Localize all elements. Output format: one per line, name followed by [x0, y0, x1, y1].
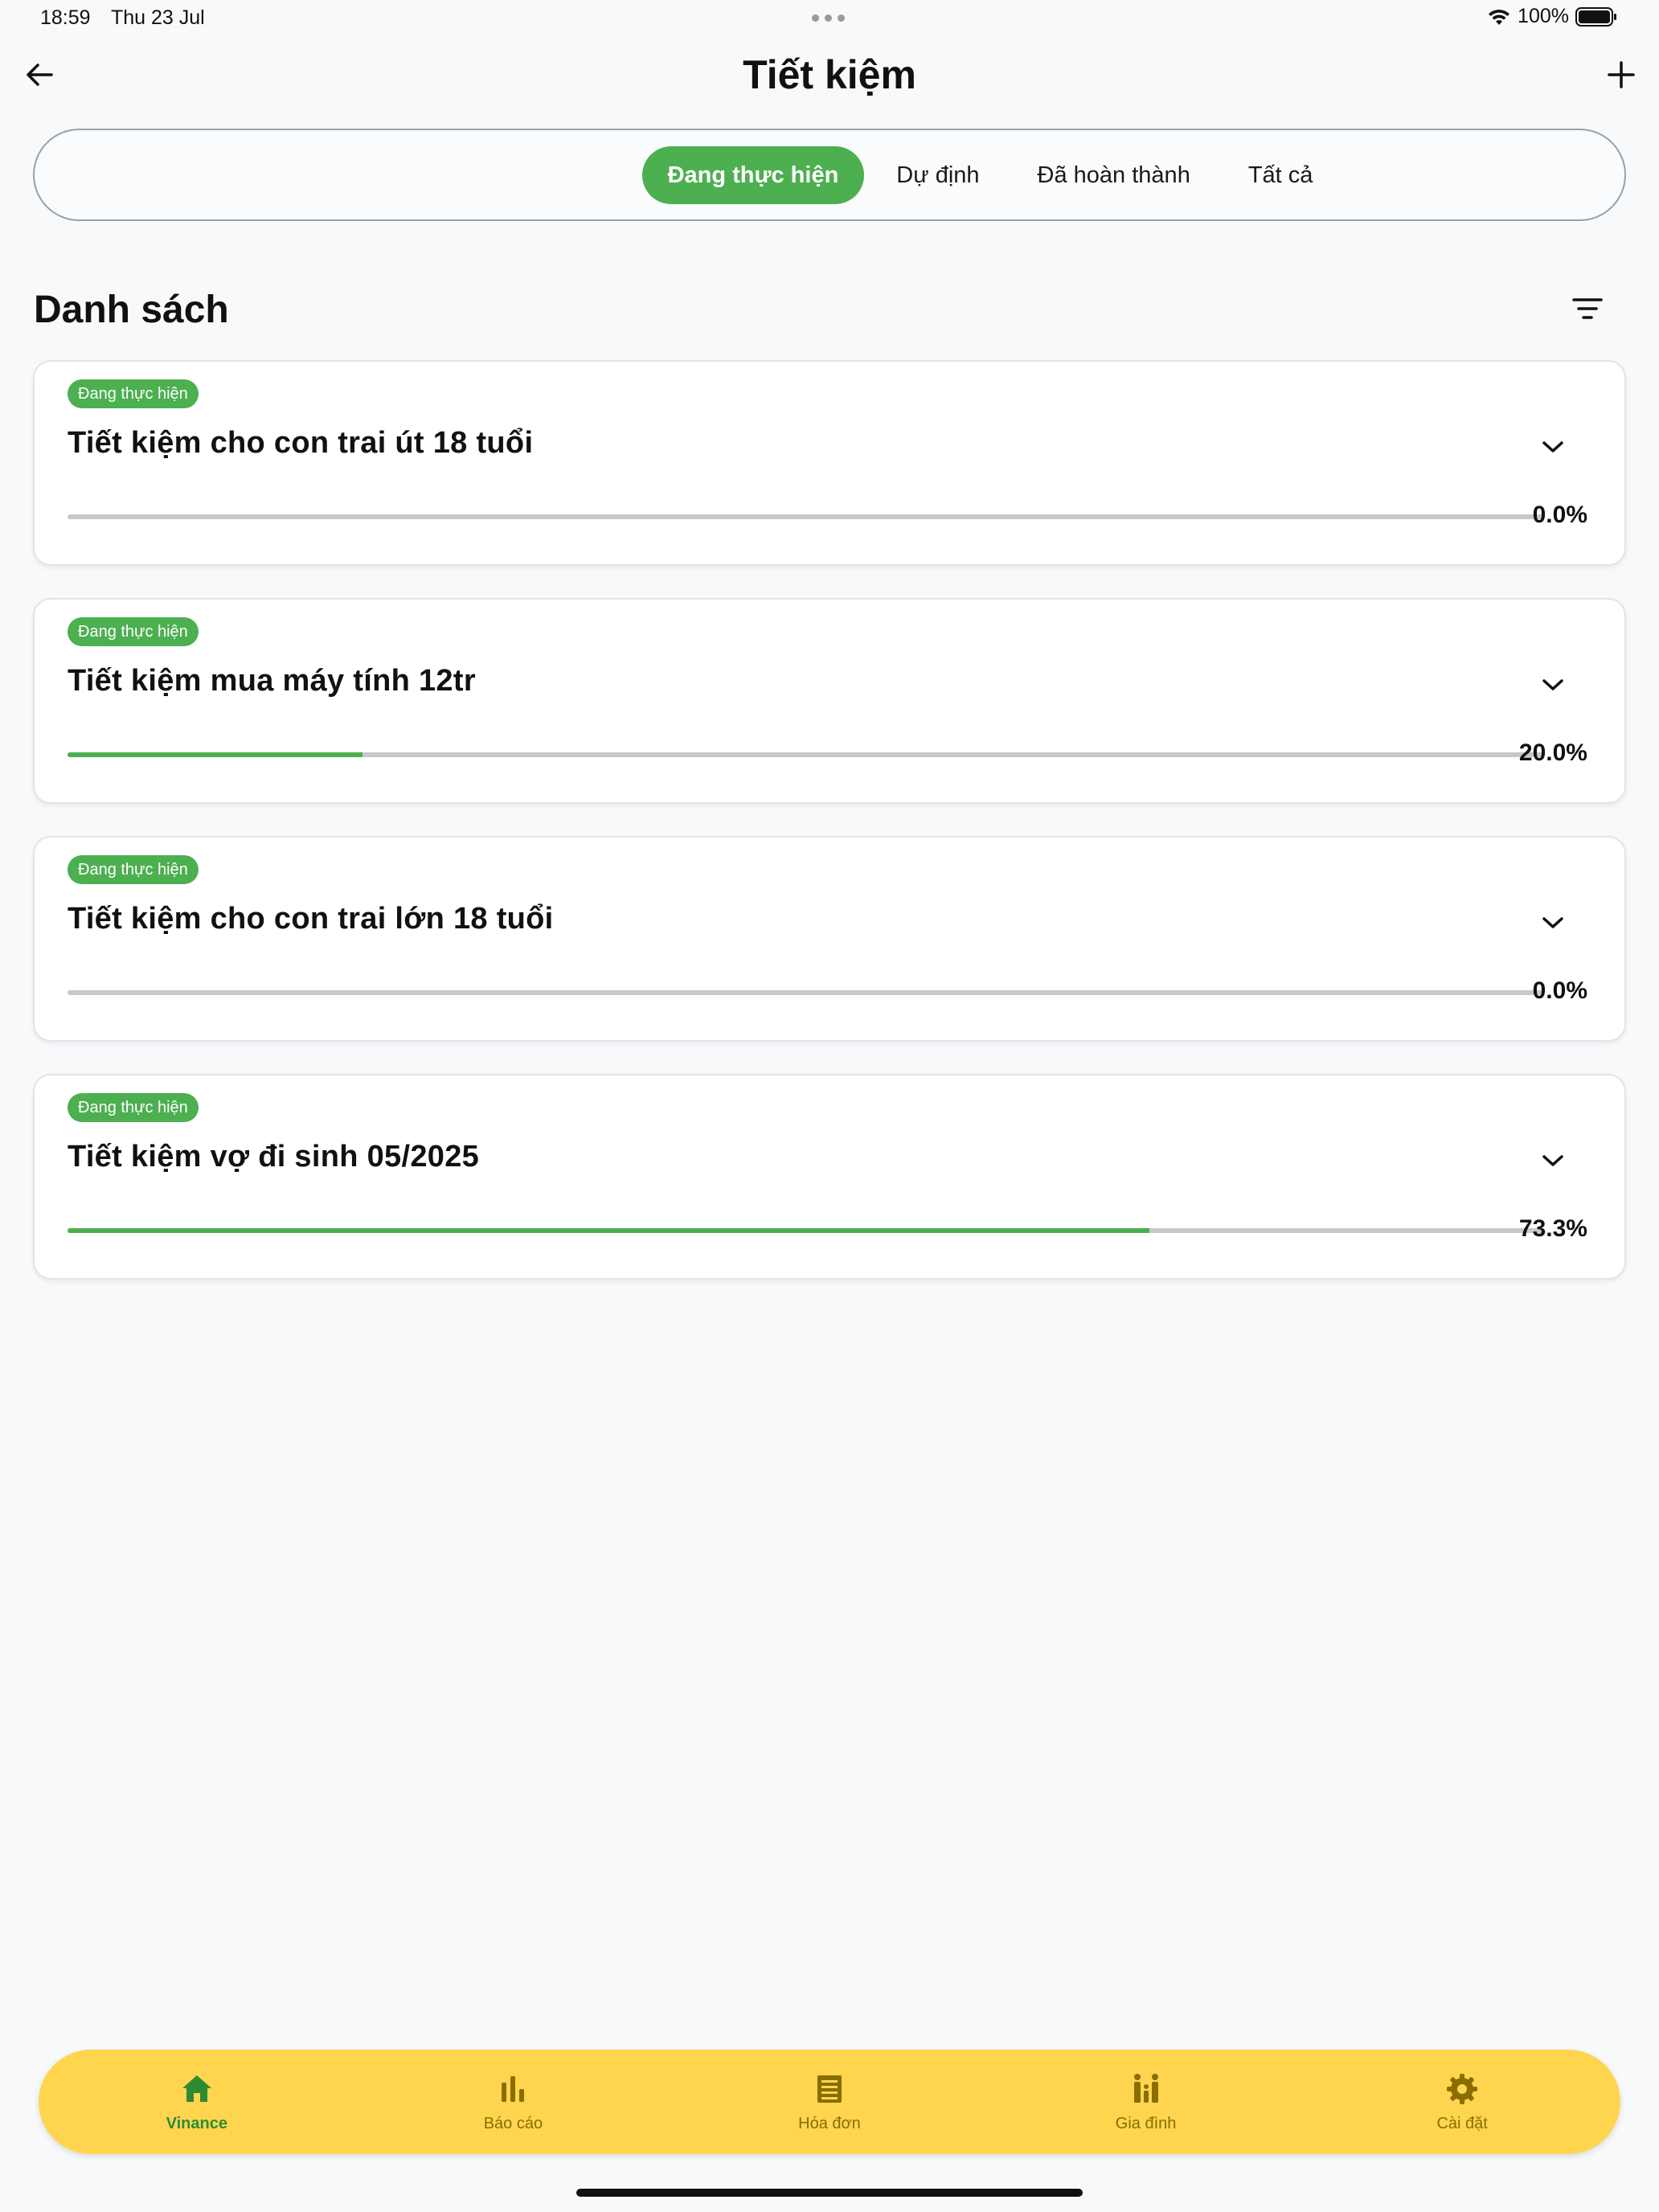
receipt-icon	[817, 2075, 842, 2103]
bottom-nav-settings[interactable]: Cài đặt	[1342, 2071, 1583, 2133]
chevron-down-icon[interactable]	[1539, 913, 1567, 932]
bottom-navigation: Vinance Báo cáo Hóa đơn Gia đình Cài đặt	[39, 2050, 1620, 2154]
bottom-nav-label: Gia đình	[1115, 2114, 1177, 2132]
bottom-nav-family[interactable]: Gia đình	[1026, 2071, 1267, 2133]
savings-card[interactable]: Đang thực hiện Tiết kiệm cho con trai lớ…	[33, 836, 1626, 1042]
savings-title: Tiết kiệm cho con trai út 18 tuổi	[68, 426, 534, 460]
bottom-nav-label: Vinance	[166, 2114, 227, 2132]
progress-percent: 73.3%	[1518, 1215, 1587, 1242]
chevron-down-icon[interactable]	[1539, 437, 1567, 457]
status-bar: 18:59 Thu 23 Jul 100%	[0, 0, 1659, 40]
status-badge: Đang thực hiện	[68, 855, 199, 884]
bottom-nav-report[interactable]: Báo cáo	[392, 2071, 633, 2133]
progress-bar	[68, 752, 1543, 757]
status-tab-bar: Đang thực hiện Dự định Đã hoàn thành Tất…	[33, 129, 1626, 221]
battery-icon	[1575, 6, 1616, 27]
gear-icon	[1447, 2073, 1478, 2104]
status-date: Thu 23 Jul	[111, 6, 205, 29]
savings-screen: 18:59 Thu 23 Jul 100% Tiết kiệm Đang thự…	[0, 0, 1659, 2212]
status-badge: Đang thực hiện	[68, 379, 199, 408]
progress-fill	[68, 1228, 1149, 1233]
progress-percent: 0.0%	[1532, 977, 1587, 1004]
filter-icon[interactable]	[1571, 294, 1604, 323]
section-title: Danh sách	[34, 289, 229, 331]
progress-percent: 20.0%	[1518, 739, 1587, 766]
navigation-bar: Tiết kiệm	[0, 43, 1659, 108]
tab-list: Đang thực hiện Dự định Đã hoàn thành Tất…	[641, 145, 1339, 204]
tab-completed[interactable]: Đã hoàn thành	[1012, 146, 1216, 204]
bar-chart-icon	[502, 2075, 525, 2102]
chevron-down-icon[interactable]	[1539, 1151, 1567, 1170]
tab-planned[interactable]: Dự định	[870, 146, 1005, 204]
progress-bar	[68, 990, 1543, 995]
page-title: Tiết kiệm	[743, 52, 916, 97]
progress-bar	[68, 514, 1543, 519]
home-indicator	[576, 2189, 1083, 2197]
bottom-nav-bills[interactable]: Hóa đơn	[709, 2071, 950, 2133]
tab-all[interactable]: Tất cả	[1223, 146, 1339, 204]
status-indicators: 100%	[1487, 5, 1617, 28]
bottom-nav-label: Báo cáo	[483, 2114, 543, 2132]
bottom-nav-label: Hóa đơn	[798, 2114, 861, 2132]
progress-bar	[68, 1228, 1543, 1233]
status-badge: Đang thực hiện	[68, 1093, 199, 1122]
home-icon	[182, 2075, 211, 2102]
progress-percent: 0.0%	[1532, 502, 1587, 528]
bottom-nav-label: Cài đặt	[1436, 2114, 1488, 2132]
battery-percent: 100%	[1518, 5, 1569, 27]
family-icon	[1133, 2073, 1158, 2103]
savings-card[interactable]: Đang thực hiện Tiết kiệm cho con trai út…	[33, 360, 1626, 566]
savings-card[interactable]: Đang thực hiện Tiết kiệm mua máy tính 12…	[33, 598, 1626, 804]
status-badge: Đang thực hiện	[68, 617, 199, 646]
plus-icon[interactable]	[1604, 58, 1638, 92]
tab-in-progress[interactable]: Đang thực hiện	[641, 145, 865, 204]
progress-fill	[68, 752, 363, 757]
savings-title: Tiết kiệm mua máy tính 12tr	[68, 664, 476, 698]
wifi-icon	[1489, 9, 1510, 25]
chevron-down-icon[interactable]	[1539, 675, 1567, 694]
status-time: 18:59	[40, 6, 91, 29]
savings-title: Tiết kiệm vợ đi sinh 05/2025	[68, 1140, 480, 1174]
savings-list: Đang thực hiện Tiết kiệm cho con trai út…	[33, 360, 1626, 1312]
savings-card[interactable]: Đang thực hiện Tiết kiệm vợ đi sinh 05/2…	[33, 1074, 1626, 1280]
multitasking-dots-icon[interactable]	[812, 14, 845, 22]
bottom-nav-home[interactable]: Vinance	[76, 2071, 317, 2133]
savings-title: Tiết kiệm cho con trai lớn 18 tuổi	[68, 902, 554, 936]
